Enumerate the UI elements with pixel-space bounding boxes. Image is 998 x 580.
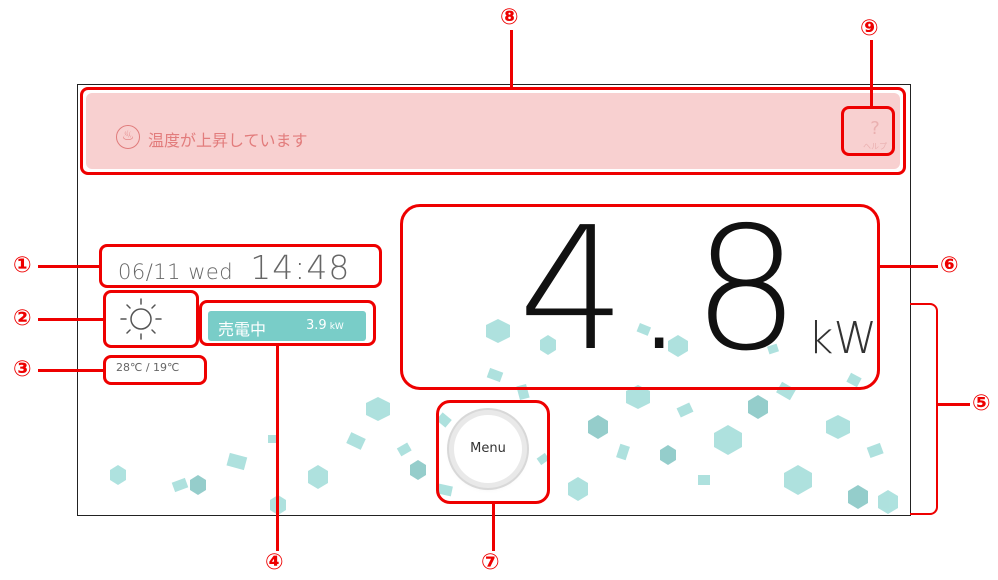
annotation-bracket-5 xyxy=(910,303,938,515)
annotation-label-3: ③ xyxy=(13,357,32,382)
annotation-label-7: ⑦ xyxy=(481,550,500,575)
annotation-label-1: ① xyxy=(13,253,32,278)
annotation-box-6 xyxy=(400,204,880,390)
annotation-label-6: ⑥ xyxy=(940,253,959,278)
annotation-box-9 xyxy=(841,106,895,156)
annotation-box-1 xyxy=(99,244,382,288)
annotation-label-5: ⑤ xyxy=(972,391,991,416)
annotation-box-3 xyxy=(103,355,207,385)
annotation-label-2: ② xyxy=(13,306,32,331)
annotation-label-8: ⑧ xyxy=(500,5,519,30)
annotation-box-4 xyxy=(199,300,376,346)
annotation-label-4: ④ xyxy=(265,550,284,575)
annotation-label-9: ⑨ xyxy=(860,16,879,41)
annotation-box-7 xyxy=(436,400,550,504)
annotation-box-2 xyxy=(103,290,199,348)
annotation-box-8 xyxy=(80,87,906,175)
